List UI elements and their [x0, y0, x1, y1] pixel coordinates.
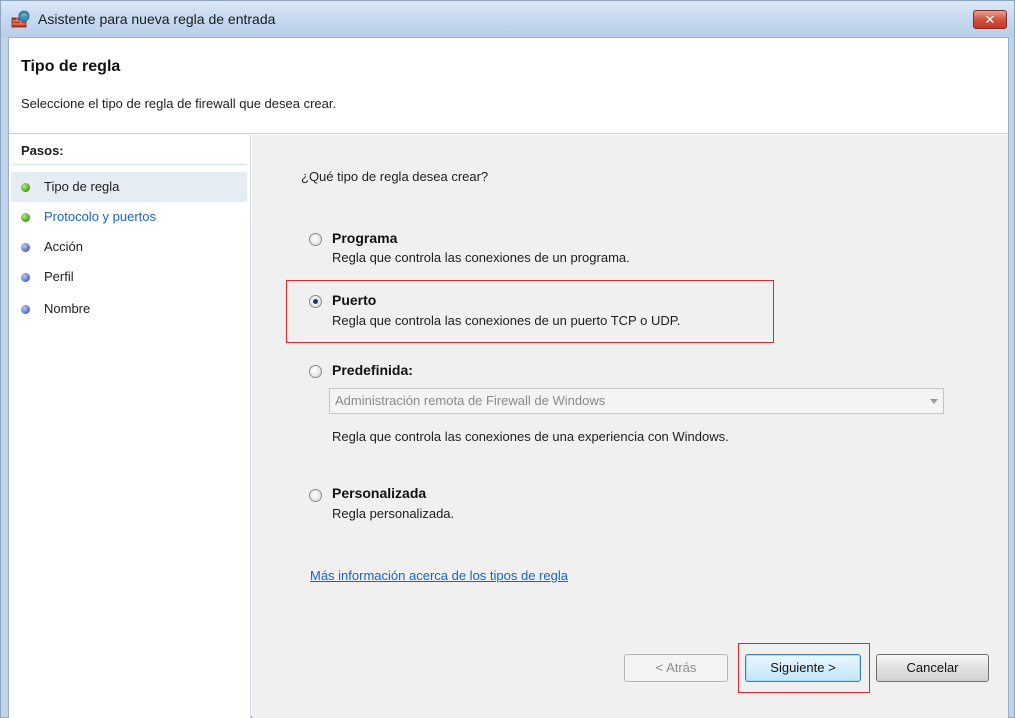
steps-title: Pasos: [21, 143, 64, 158]
step-perfil: Perfil [11, 262, 247, 292]
green-dot-icon [21, 213, 30, 222]
option-puerto-label[interactable]: Puerto [332, 292, 376, 308]
step-label: Perfil [44, 269, 74, 284]
predefined-select-value: Administración remota de Firewall de Win… [335, 393, 606, 408]
option-predefinida-description: Regla que controla las conexiones de una… [332, 429, 729, 444]
option-predefinida-label[interactable]: Predefinida: [332, 362, 413, 378]
option-puerto-description: Regla que controla las conexiones de un … [332, 313, 681, 328]
close-icon: ✕ [984, 12, 996, 27]
title-bar: Asistente para nueva regla de entrada ✕ [1, 1, 1014, 37]
wizard-header: Tipo de regla Seleccione el tipo de regl… [9, 38, 1008, 134]
cancel-button[interactable]: Cancelar [876, 654, 989, 682]
step-label: Tipo de regla [44, 179, 120, 194]
step-label: Protocolo y puertos [44, 209, 157, 224]
predefined-rule-select[interactable]: Administración remota de Firewall de Win… [329, 388, 944, 414]
puerto-highlight-box [286, 280, 774, 343]
step-nombre: Nombre [11, 294, 247, 324]
step-tipo-de-regla: Tipo de regla [11, 172, 247, 202]
window-title: Asistente para nueva regla de entrada [38, 11, 276, 27]
blue-dot-icon [21, 273, 30, 282]
back-button[interactable]: < Atrás [624, 654, 728, 682]
next-button[interactable]: Siguiente > [745, 654, 861, 682]
step-label: Nombre [44, 301, 91, 316]
blue-dot-icon [21, 243, 30, 252]
steps-divider [13, 164, 247, 165]
page-description: Seleccione el tipo de regla de firewall … [21, 96, 337, 111]
green-dot-icon [21, 183, 30, 192]
step-label: Acción [44, 239, 84, 254]
wizard-window: Asistente para nueva regla de entrada ✕ … [0, 0, 1015, 718]
step-accion: Acción [11, 232, 247, 262]
steps-panel: Pasos: Tipo de regla Protocolo y puertos… [9, 135, 251, 718]
firewall-icon [11, 10, 30, 28]
page-title: Tipo de regla [21, 58, 121, 75]
close-button[interactable]: ✕ [973, 10, 1007, 29]
blue-dot-icon [21, 305, 30, 314]
radio-personalizada[interactable] [309, 489, 322, 502]
radio-predefinida[interactable] [309, 365, 322, 378]
chevron-down-icon [930, 399, 938, 404]
radio-programa[interactable] [309, 233, 322, 246]
option-programa-description: Regla que controla las conexiones de un … [332, 250, 630, 265]
more-info-link[interactable]: Más información acerca de los tipos de r… [310, 568, 568, 583]
step-protocolo-y-puertos[interactable]: Protocolo y puertos [11, 202, 247, 232]
option-personalizada-label[interactable]: Personalizada [332, 485, 426, 501]
radio-puerto[interactable] [309, 295, 322, 308]
content-panel: ¿Qué tipo de regla desea crear? Programa… [252, 135, 1008, 718]
option-personalizada-description: Regla personalizada. [332, 506, 455, 521]
option-programa-label[interactable]: Programa [332, 230, 397, 246]
wizard-client-area: Tipo de regla Seleccione el tipo de regl… [8, 37, 1009, 718]
rule-type-question: ¿Qué tipo de regla desea crear? [301, 169, 489, 184]
